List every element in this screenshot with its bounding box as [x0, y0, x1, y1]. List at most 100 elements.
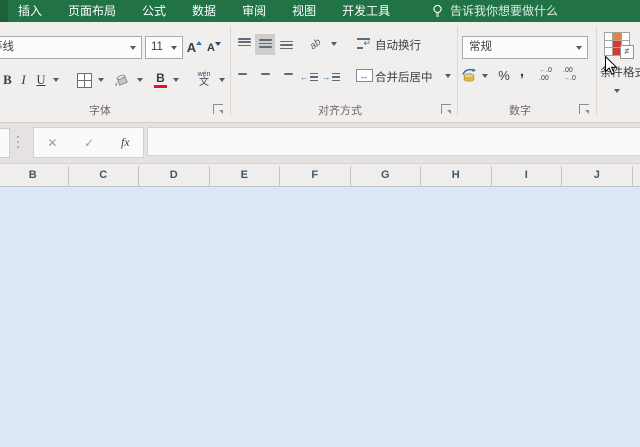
worksheet-selected-area[interactable] — [0, 187, 640, 447]
chevron-down-icon — [130, 46, 136, 50]
cancel-button[interactable]: ✕ — [47, 136, 57, 150]
orientation-button[interactable]: ab — [303, 33, 329, 55]
accounting-format-dropdown[interactable] — [482, 74, 488, 78]
phonetic-char: 文 — [199, 76, 209, 88]
align-top-button[interactable] — [234, 34, 254, 55]
phonetic-dropdown[interactable] — [219, 78, 225, 82]
column-header-b[interactable]: B — [0, 166, 69, 186]
tab-page-layout[interactable]: 页面布局 — [68, 0, 116, 22]
wrap-text-icon: ↵ — [357, 37, 371, 50]
paint-bucket-icon — [115, 74, 128, 86]
caret-down-icon — [215, 42, 221, 46]
align-center-button[interactable] — [255, 66, 275, 87]
number-format-combobox[interactable]: 常规 — [462, 36, 588, 59]
increase-decimal-button[interactable]: ←.0 .00 — [539, 67, 552, 83]
align-left-button[interactable] — [234, 66, 254, 87]
tab-data[interactable]: 数据 — [192, 0, 216, 22]
wrap-text-button[interactable]: ↵ — [355, 35, 372, 52]
increase-decimal-bottom: .00 — [539, 75, 549, 82]
currency-coins-icon — [462, 67, 476, 82]
italic-button[interactable]: I — [17, 68, 30, 92]
align-bottom-button[interactable] — [276, 34, 296, 55]
increase-indent-button[interactable]: → — [321, 68, 340, 86]
font-name-value: 等线 — [0, 41, 14, 53]
tab-formulas[interactable]: 公式 — [142, 0, 166, 22]
arrow-right-icon: → — [563, 75, 570, 82]
comma-style-button[interactable]: , — [515, 62, 529, 80]
enter-button[interactable]: ✓ — [84, 136, 94, 150]
tab-insert[interactable]: 插入 — [18, 0, 42, 22]
align-right-button[interactable] — [276, 66, 296, 87]
number-dialog-launcher[interactable] — [579, 104, 589, 114]
font-size-combobox[interactable]: 11 — [145, 36, 183, 59]
underline-dropdown[interactable] — [53, 78, 59, 82]
number-format-value: 常规 — [469, 41, 492, 53]
tab-review[interactable]: 审阅 — [242, 0, 266, 22]
align-center-icon — [259, 70, 272, 83]
align-top-icon — [237, 38, 251, 51]
alignment-dialog-launcher[interactable] — [441, 104, 451, 114]
font-group-label: 字体 — [89, 105, 111, 117]
merge-center-button[interactable]: ↔ — [355, 68, 373, 83]
underline-button[interactable]: U — [33, 68, 49, 92]
column-header-row: B C D E F G H I J — [0, 166, 640, 187]
tab-developer[interactable]: 开发工具 — [342, 0, 390, 22]
formula-bar-buttons: ✕ ✓ fx — [33, 127, 144, 158]
borders-dropdown[interactable] — [98, 78, 104, 82]
column-header-j[interactable]: J — [562, 166, 633, 186]
chevron-down-icon — [576, 46, 582, 50]
align-left-icon — [237, 70, 251, 83]
align-bottom-icon — [279, 38, 293, 51]
excel-window: 插入 页面布局 公式 数据 审阅 视图 开发工具 告诉我你想要做什么 等线 11 — [0, 0, 640, 447]
font-dialog-launcher[interactable] — [213, 104, 223, 114]
mouse-cursor — [605, 55, 619, 81]
group-separator — [457, 26, 458, 116]
orientation-dropdown[interactable] — [331, 42, 337, 46]
column-header-c[interactable]: C — [69, 166, 139, 186]
column-header-g[interactable]: G — [351, 166, 421, 186]
number-group-label: 数字 — [509, 105, 531, 117]
fill-color-dropdown[interactable] — [137, 78, 143, 82]
grow-font-button[interactable]: A — [185, 38, 203, 57]
font-color-letter: B — [156, 70, 165, 85]
borders-button[interactable] — [76, 72, 93, 89]
merge-center-dropdown[interactable] — [445, 74, 451, 78]
column-header-partial[interactable] — [633, 166, 640, 186]
column-header-d[interactable]: D — [139, 166, 210, 186]
merge-center-label[interactable]: 合并后居中 — [375, 69, 433, 85]
font-name-combobox[interactable]: 等线 — [0, 36, 142, 59]
alignment-group-label: 对齐方式 — [318, 105, 362, 117]
wrap-text-label[interactable]: 自动换行 — [375, 37, 421, 53]
not-equal-badge: ≠ — [620, 45, 634, 59]
font-color-dropdown[interactable] — [173, 78, 179, 82]
tell-me-box[interactable]: 告诉我你想要做什么 — [450, 0, 558, 22]
column-header-e[interactable]: E — [210, 166, 280, 186]
formula-bar-splitter[interactable] — [17, 136, 19, 138]
column-header-h[interactable]: H — [421, 166, 492, 186]
formula-bar-row: ✕ ✓ fx — [0, 123, 640, 164]
percent-style-button[interactable]: % — [495, 66, 513, 84]
name-box[interactable] — [0, 128, 10, 158]
tab-view[interactable]: 视图 — [292, 0, 316, 22]
insert-function-button[interactable]: fx — [121, 135, 130, 150]
align-right-icon — [280, 70, 293, 83]
font-color-button[interactable]: B — [152, 70, 169, 90]
column-header-i[interactable]: I — [492, 166, 562, 186]
bold-button[interactable]: B — [0, 68, 15, 92]
increase-indent-icon: → — [322, 72, 340, 82]
ribbon: 等线 11 A A B I U — [0, 22, 640, 123]
phonetic-guide-button[interactable]: wén 文 — [192, 67, 216, 91]
shrink-font-button[interactable]: A — [205, 39, 222, 57]
conditional-formatting-dropdown — [614, 89, 620, 93]
fill-color-button[interactable] — [112, 71, 132, 89]
accounting-format-button[interactable] — [459, 66, 479, 84]
decrease-decimal-button[interactable]: .00 →.0 — [563, 67, 576, 83]
font-color-indicator — [154, 84, 167, 88]
arrow-left-icon: ← — [539, 67, 546, 74]
align-middle-icon — [258, 38, 272, 51]
formula-input[interactable] — [147, 127, 640, 156]
column-header-f[interactable]: F — [280, 166, 351, 186]
borders-icon — [77, 73, 92, 88]
align-middle-button[interactable] — [255, 34, 275, 55]
decrease-indent-button[interactable]: ← — [299, 68, 318, 86]
